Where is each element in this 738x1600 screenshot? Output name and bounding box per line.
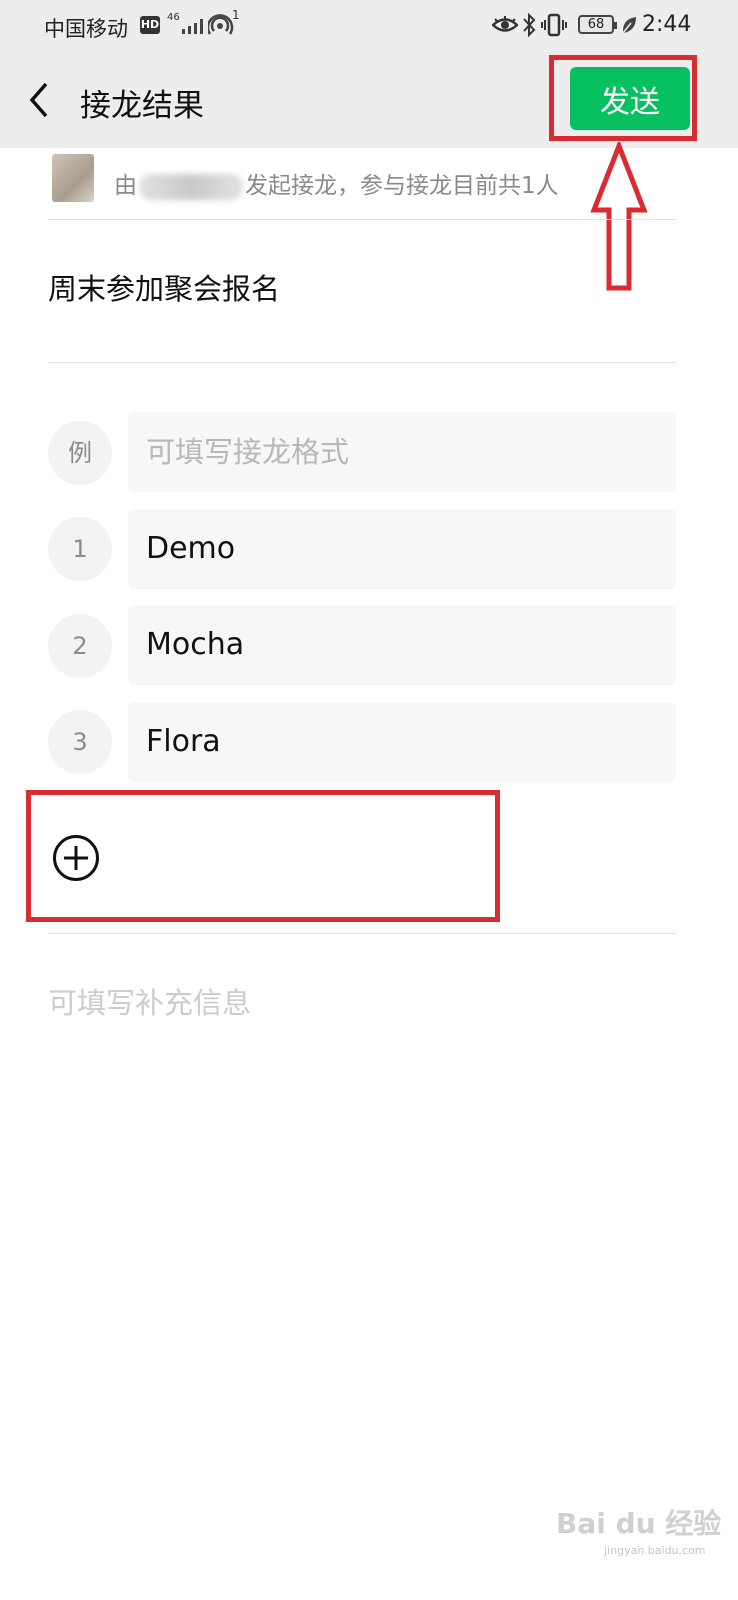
hotspot-count: 1 <box>232 8 240 22</box>
initiator-prefix: 由 <box>114 173 137 199</box>
vibrate-icon <box>541 13 567 37</box>
hd-badge: HD <box>140 16 160 34</box>
entry-index: 1 <box>48 517 112 581</box>
bluetooth-icon <box>523 12 536 38</box>
divider <box>48 933 676 934</box>
battery-indicator: 68 <box>578 15 617 34</box>
leaf-icon <box>622 17 636 34</box>
network-type: 46 <box>167 12 180 23</box>
topic-title[interactable]: 周末参加聚会报名 <box>48 266 280 308</box>
avatar <box>52 154 94 202</box>
redacted-name <box>139 173 243 200</box>
up-arrow-annotation-icon <box>590 142 648 291</box>
example-badge: 例 <box>48 421 112 485</box>
entry-index: 2 <box>48 614 112 678</box>
signal-icon <box>182 19 203 34</box>
watermark-logo: Bai du 经验 <box>556 1507 722 1540</box>
entry-index: 3 <box>48 710 112 774</box>
entry-field[interactable]: Mocha <box>128 605 676 685</box>
status-bar: 中国移动 HD 46 1 68 2:44 <box>0 0 738 54</box>
clock-time: 2:44 <box>642 12 692 37</box>
send-highlight-box <box>549 55 697 141</box>
entry-field[interactable]: Flora <box>128 702 676 782</box>
initiator-info: 由 发起接龙，参与接龙目前共1人 <box>114 166 559 200</box>
divider <box>48 362 676 363</box>
hotspot-icon <box>208 14 234 35</box>
add-highlight-box <box>26 790 500 922</box>
format-field[interactable]: 可填写接龙格式 <box>128 412 676 492</box>
watermark-url: jingyan.baidu.com <box>604 1544 706 1557</box>
eye-comfort-icon <box>492 16 518 32</box>
extra-info-field[interactable]: 可填写补充信息 <box>48 980 251 1022</box>
divider <box>48 219 676 220</box>
initiator-suffix: 发起接龙，参与接龙目前共1人 <box>245 173 559 199</box>
entry-field[interactable]: Demo <box>128 509 676 589</box>
back-arrow-icon[interactable] <box>26 78 54 122</box>
page-title: 接龙结果 <box>80 88 204 124</box>
carrier-name: 中国移动 <box>44 17 128 41</box>
